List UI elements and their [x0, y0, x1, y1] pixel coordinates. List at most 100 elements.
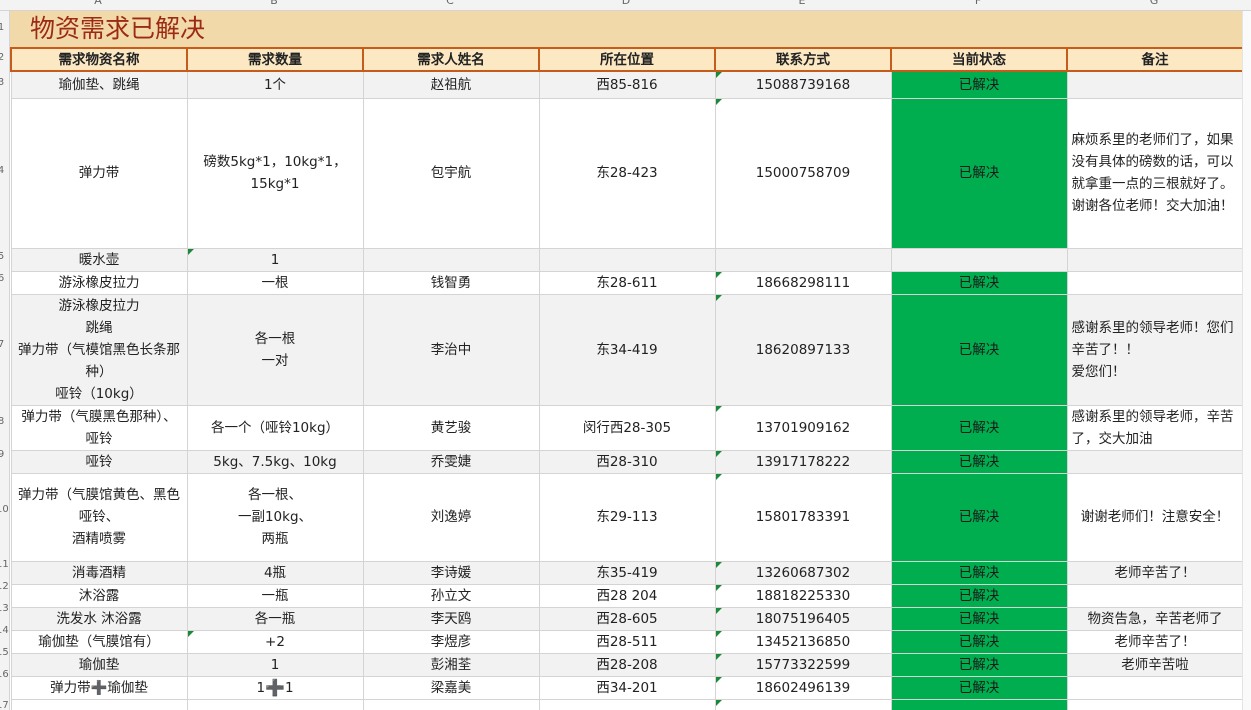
- note-cell[interactable]: 谢谢老师们！注意安全！: [1066, 472, 1244, 562]
- name-cell[interactable]: 梁嘉美: [362, 675, 540, 700]
- location-cell[interactable]: 西34-201: [538, 675, 716, 700]
- note-cell[interactable]: [1066, 449, 1244, 474]
- qty-cell[interactable]: 1: [186, 247, 364, 272]
- note-cell[interactable]: [1066, 698, 1244, 710]
- name-cell[interactable]: 李煜彦: [362, 629, 540, 654]
- qty-cell[interactable]: 4瓶: [186, 560, 364, 585]
- row-number[interactable]: 11: [0, 559, 9, 570]
- item-cell[interactable]: 沐浴露: [10, 583, 188, 608]
- row-number[interactable]: 1: [0, 22, 6, 33]
- contact-cell[interactable]: 15889344436: [714, 698, 892, 710]
- contact-cell[interactable]: 15801783391: [714, 472, 892, 562]
- status-cell[interactable]: 已解决: [890, 293, 1068, 406]
- row-number[interactable]: 2: [0, 52, 6, 63]
- name-cell[interactable]: [362, 247, 540, 272]
- vertical-scrollbar[interactable]: [1242, 11, 1251, 710]
- item-cell[interactable]: 弹力带➕瑜伽垫: [10, 675, 188, 700]
- row-number[interactable]: 8: [0, 416, 6, 427]
- location-cell[interactable]: [538, 247, 716, 272]
- status-cell[interactable]: 已解决: [890, 70, 1068, 99]
- item-cell[interactable]: 消毒酒精: [10, 560, 188, 585]
- row-number[interactable]: 15: [0, 647, 9, 658]
- qty-cell[interactable]: 一根: [186, 270, 364, 295]
- item-cell[interactable]: 卫生纸 辣条 元气森林奶: [10, 698, 188, 710]
- row-number[interactable]: 6: [0, 273, 6, 284]
- item-cell[interactable]: 哑铃: [10, 449, 188, 474]
- status-cell[interactable]: 已解决: [890, 449, 1068, 474]
- contact-cell[interactable]: 18620897133: [714, 293, 892, 406]
- col-letter-c[interactable]: C: [362, 0, 538, 6]
- header-item[interactable]: 需求物资名称: [10, 47, 188, 72]
- note-cell[interactable]: 老师辛苦了！: [1066, 629, 1244, 654]
- col-letter-g[interactable]: G: [1066, 0, 1242, 6]
- col-letter-b[interactable]: B: [186, 0, 362, 6]
- contact-cell[interactable]: 15773322599: [714, 652, 892, 677]
- row-number[interactable]: 7: [0, 339, 6, 350]
- location-cell[interactable]: 西28-605: [538, 606, 716, 631]
- item-cell[interactable]: 游泳橡皮拉力: [10, 270, 188, 295]
- note-cell[interactable]: 老师辛苦啦: [1066, 652, 1244, 677]
- item-cell[interactable]: 瑜伽垫: [10, 652, 188, 677]
- name-cell[interactable]: 包宇航: [362, 97, 540, 249]
- location-cell[interactable]: 西28-511: [538, 629, 716, 654]
- note-cell[interactable]: [1066, 270, 1244, 295]
- qty-cell[interactable]: 各一根、 一副10kg、 两瓶: [186, 472, 364, 562]
- location-cell[interactable]: 西28-609: [538, 698, 716, 710]
- location-cell[interactable]: 西28 204: [538, 583, 716, 608]
- col-letter-d[interactable]: D: [538, 0, 714, 6]
- row-number[interactable]: 9: [0, 449, 6, 460]
- item-cell[interactable]: 游泳橡皮拉力 跳绳 弹力带（气模馆黑色长条那种） 哑铃（10kg）: [10, 293, 188, 406]
- name-cell[interactable]: 孙立文: [362, 583, 540, 608]
- name-cell[interactable]: 李天鸥: [362, 606, 540, 631]
- note-cell[interactable]: [1066, 583, 1244, 608]
- name-cell[interactable]: 李诗媛: [362, 560, 540, 585]
- row-number[interactable]: 3: [0, 77, 6, 88]
- row-number[interactable]: 5: [0, 251, 6, 262]
- contact-cell[interactable]: 13260687302: [714, 560, 892, 585]
- contact-cell[interactable]: 13917178222: [714, 449, 892, 474]
- item-cell[interactable]: 瑜伽垫（气膜馆有）: [10, 629, 188, 654]
- location-cell[interactable]: 闵行西28-305: [538, 404, 716, 451]
- status-cell[interactable]: 已解决: [890, 97, 1068, 249]
- qty-cell[interactable]: 各一个（哑铃10kg）: [186, 404, 364, 451]
- header-name[interactable]: 需求人姓名: [362, 47, 540, 72]
- status-cell[interactable]: 已解决: [890, 560, 1068, 585]
- location-cell[interactable]: 东34-419: [538, 293, 716, 406]
- status-cell[interactable]: 已解决: [890, 675, 1068, 700]
- item-cell[interactable]: 弹力带（气膜馆黄色、黑色 哑铃、 酒精喷雾: [10, 472, 188, 562]
- note-cell[interactable]: 感谢系里的领导老师！您们辛苦了！！ 爱您们！: [1066, 293, 1244, 406]
- name-cell[interactable]: 赵祖航: [362, 70, 540, 99]
- note-cell[interactable]: [1066, 675, 1244, 700]
- qty-cell[interactable]: 各几个: [186, 698, 364, 710]
- qty-cell[interactable]: +2: [186, 629, 364, 654]
- contact-cell[interactable]: 18668298111: [714, 270, 892, 295]
- item-cell[interactable]: 弹力带: [10, 97, 188, 249]
- qty-cell[interactable]: 1个: [186, 70, 364, 99]
- item-cell[interactable]: 瑜伽垫、跳绳: [10, 70, 188, 99]
- contact-cell[interactable]: 13701909162: [714, 404, 892, 451]
- name-cell[interactable]: 李治中: [362, 293, 540, 406]
- location-cell[interactable]: 东28-611: [538, 270, 716, 295]
- name-cell[interactable]: 彭湘荃: [362, 652, 540, 677]
- col-letter-f[interactable]: F: [890, 0, 1066, 6]
- name-cell[interactable]: 乔雯婕: [362, 449, 540, 474]
- row-number[interactable]: 16: [0, 669, 9, 680]
- note-cell[interactable]: [1066, 70, 1244, 99]
- item-cell[interactable]: 洗发水 沐浴露: [10, 606, 188, 631]
- qty-cell[interactable]: 磅数5kg*1，10kg*1， 15kg*1: [186, 97, 364, 249]
- note-cell[interactable]: 老师辛苦了！: [1066, 560, 1244, 585]
- status-cell[interactable]: 已解决: [890, 472, 1068, 562]
- location-cell[interactable]: 西85-816: [538, 70, 716, 99]
- note-cell[interactable]: [1066, 247, 1244, 272]
- row-number[interactable]: 13: [0, 603, 9, 614]
- contact-cell[interactable]: 15088739168: [714, 70, 892, 99]
- status-cell[interactable]: [890, 247, 1068, 272]
- col-letter-a[interactable]: A: [10, 0, 186, 6]
- row-number[interactable]: 17: [0, 700, 9, 710]
- status-cell[interactable]: 已解决: [890, 698, 1068, 710]
- contact-cell[interactable]: 18075196405: [714, 606, 892, 631]
- contact-cell[interactable]: [714, 247, 892, 272]
- location-cell[interactable]: 西28-310: [538, 449, 716, 474]
- row-number[interactable]: 12: [0, 581, 9, 592]
- qty-cell[interactable]: 一瓶: [186, 583, 364, 608]
